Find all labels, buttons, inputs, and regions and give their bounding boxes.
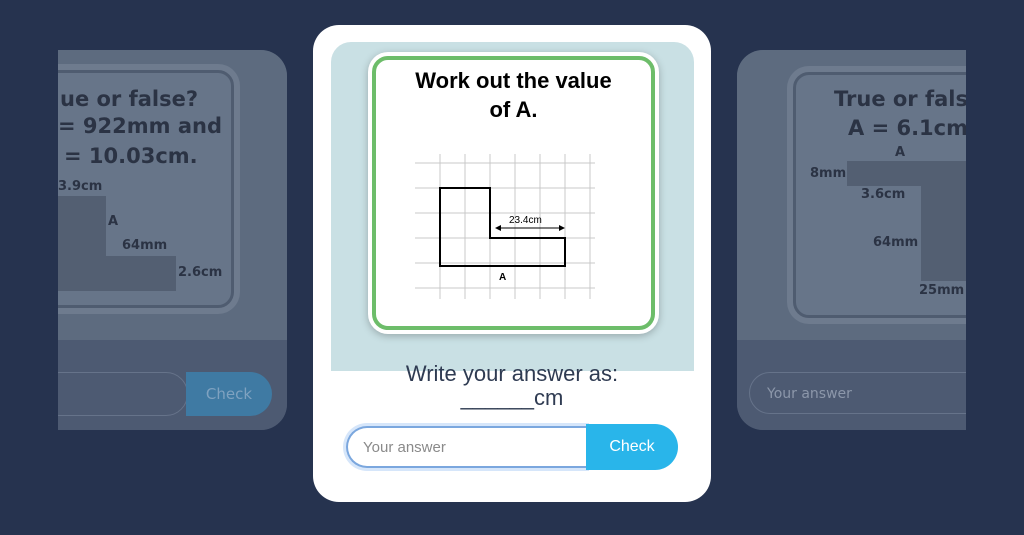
question-card: Work out the value of A. 23.4cm A Write … bbox=[313, 25, 711, 502]
answer-input[interactable] bbox=[346, 426, 586, 468]
next-question-line-2: A = 6.1cm. bbox=[848, 116, 966, 140]
l-shape-outline bbox=[439, 187, 566, 267]
next-shape-top-bar bbox=[847, 161, 966, 186]
previous-check-button[interactable]: Check bbox=[186, 372, 272, 416]
next-shape-stem bbox=[921, 186, 966, 281]
next-label-middle: 64mm bbox=[873, 235, 919, 250]
previous-shape-vertical bbox=[58, 196, 106, 291]
question-image-area: Work out the value of A. 23.4cm A bbox=[331, 42, 694, 371]
previous-question-line-1: ue or false? bbox=[60, 87, 199, 111]
next-label-left: 8mm bbox=[810, 166, 847, 181]
next-label-a: A bbox=[895, 145, 906, 160]
previous-label-right: 2.6cm bbox=[178, 265, 223, 280]
question-title: Work out the value of A. bbox=[376, 66, 651, 124]
previous-shape-horizontal bbox=[106, 256, 176, 291]
next-question-line-1: True or false bbox=[834, 87, 966, 111]
question-title-line-2: of A. bbox=[489, 97, 538, 122]
previous-answer-input[interactable] bbox=[58, 372, 188, 416]
previous-label-top: 3.9cm bbox=[58, 179, 103, 194]
next-question-card[interactable]: True or false A = 6.1cm. A 8mm 3.6cm 64m… bbox=[737, 50, 966, 430]
previous-question-image-area: ue or false? = 922mm and = 10.03cm. 3.9c… bbox=[58, 50, 287, 340]
previous-question-card[interactable]: ue or false? = 922mm and = 10.03cm. 3.9c… bbox=[58, 50, 287, 430]
measure-label: 23.4cm bbox=[509, 215, 542, 226]
next-question-image-area: True or false A = 6.1cm. A 8mm 3.6cm 64m… bbox=[737, 50, 966, 340]
question-title-line-1: Work out the value bbox=[415, 68, 612, 93]
answer-prompt-line-2: ______cm bbox=[460, 385, 564, 410]
question-image: Work out the value of A. 23.4cm A bbox=[372, 56, 655, 330]
l-shape-diagram: 23.4cm A bbox=[415, 154, 595, 299]
previous-question-line-2: = 922mm and bbox=[58, 114, 222, 138]
answer-prompt: Write your answer as: ______cm bbox=[313, 362, 711, 410]
previous-label-a: A bbox=[108, 214, 119, 229]
unknown-label: A bbox=[499, 272, 506, 283]
next-label-upper: 3.6cm bbox=[861, 187, 906, 202]
previous-label-middle: 64mm bbox=[122, 238, 168, 253]
answer-prompt-line-1: Write your answer as: bbox=[405, 361, 619, 386]
next-label-lower: 25mm bbox=[919, 283, 965, 298]
check-button[interactable]: Check bbox=[586, 424, 678, 470]
next-answer-input[interactable]: Your answer bbox=[749, 372, 966, 414]
previous-question-line-3: = 10.03cm. bbox=[64, 144, 198, 168]
